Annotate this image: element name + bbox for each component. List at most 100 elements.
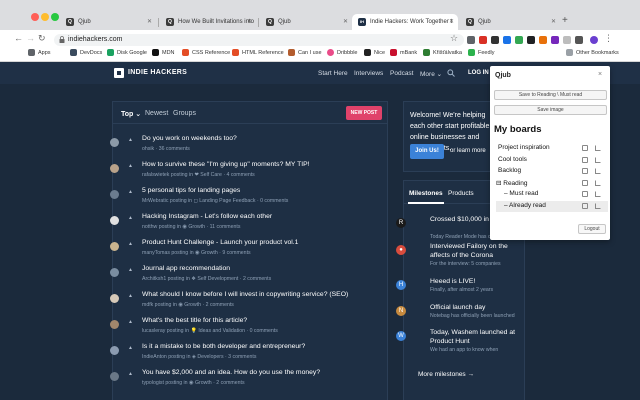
save-image-button[interactable]: Save image: [494, 105, 607, 115]
milestone-product-icon[interactable]: ●: [396, 245, 406, 255]
login-link[interactable]: LOG IN: [468, 70, 489, 76]
nav-interviews[interactable]: Interviews: [354, 70, 383, 77]
join-us-button[interactable]: Join Us!: [410, 144, 444, 159]
browser-tab[interactable]: Q How We Built Invitations into ✕: [160, 14, 256, 30]
post-title[interactable]: 5 personal tips for landing pages: [142, 187, 240, 194]
board-item[interactable]: Cool tools: [496, 155, 608, 166]
more-milestones-link[interactable]: More milestones →: [418, 371, 474, 378]
avatar[interactable]: [110, 242, 119, 251]
board-item[interactable]: ⊟ Reading: [496, 178, 608, 189]
extension-icon[interactable]: [575, 36, 583, 44]
post-title[interactable]: How to survive these "I'm giving up" mom…: [142, 161, 310, 168]
open-board-icon[interactable]: [595, 203, 601, 209]
back-button[interactable]: ←: [14, 31, 23, 45]
bookmark-item[interactable]: DevDocs: [70, 49, 102, 56]
window-minimize-button[interactable]: [41, 13, 49, 21]
save-to-board-icon[interactable]: [582, 203, 588, 209]
extension-icon[interactable]: [515, 36, 523, 44]
post-title[interactable]: You have $2,000 and an idea. How do you …: [142, 369, 320, 376]
board-item[interactable]: Backlog: [496, 166, 608, 177]
upvote-icon[interactable]: ▲: [128, 319, 133, 325]
feed-tab-groups[interactable]: Groups: [173, 110, 196, 117]
tab-close-icon[interactable]: ✕: [147, 18, 152, 25]
bookmark-item[interactable]: Feedly: [468, 49, 495, 56]
browser-menu-icon[interactable]: ⋮: [604, 31, 613, 45]
board-item[interactable]: Project inspiration: [496, 143, 608, 154]
milestone-product-icon[interactable]: N: [396, 306, 406, 316]
post-title[interactable]: What's the best title for this article?: [142, 317, 247, 324]
post-row[interactable]: ▲ What's the best title for this article?…: [110, 317, 380, 343]
post-title[interactable]: What should I know before I will invest …: [142, 291, 348, 298]
extension-icon[interactable]: [467, 36, 475, 44]
feed-tab-newest[interactable]: Newest: [145, 110, 168, 117]
save-to-board-icon[interactable]: [582, 145, 588, 151]
avatar[interactable]: [110, 216, 119, 225]
profile-avatar[interactable]: [590, 36, 598, 44]
milestone-product-icon[interactable]: R: [396, 218, 406, 228]
learn-more-link[interactable]: or learn more: [450, 148, 486, 154]
tab-milestones[interactable]: Milestones: [409, 190, 443, 197]
address-bar[interactable]: indiehackers.com: [54, 34, 464, 46]
extension-icon[interactable]: [539, 36, 547, 44]
save-to-board-icon[interactable]: [582, 168, 588, 175]
browser-tab[interactable]: Q Qjub ✕: [260, 14, 352, 30]
extension-icon[interactable]: [503, 36, 511, 44]
post-row[interactable]: ▲ Journal app recommendation Architksh1 po…: [110, 265, 380, 291]
upvote-icon[interactable]: ▲: [128, 371, 133, 377]
board-item[interactable]: – Already read: [496, 201, 608, 212]
window-zoom-button[interactable]: [51, 13, 59, 21]
popup-close-icon[interactable]: ×: [598, 71, 602, 78]
upvote-icon[interactable]: ▲: [128, 215, 133, 221]
bookmark-item[interactable]: Dribbble: [327, 49, 357, 56]
window-close-button[interactable]: [31, 13, 39, 21]
avatar[interactable]: [110, 346, 119, 355]
open-board-icon[interactable]: [595, 145, 601, 151]
post-row[interactable]: ▲ How to survive these "I'm giving up" mo…: [110, 161, 380, 187]
forward-button[interactable]: →: [26, 31, 35, 45]
bookmark-star-icon[interactable]: ☆: [450, 31, 458, 45]
bookmark-item[interactable]: Can I use: [288, 49, 322, 56]
upvote-icon[interactable]: ▲: [128, 163, 133, 169]
post-title[interactable]: Journal app recommendation: [142, 265, 230, 272]
indie-hackers-logo-icon[interactable]: [114, 68, 124, 78]
milestone-title[interactable]: Today, Washem launched at Product Hunt: [430, 328, 522, 346]
avatar[interactable]: [110, 164, 119, 173]
upvote-icon[interactable]: ▲: [128, 137, 133, 143]
bookmark-item[interactable]: Nice: [364, 49, 385, 56]
avatar[interactable]: [110, 138, 119, 147]
open-board-icon[interactable]: [595, 179, 601, 186]
extension-icon[interactable]: [479, 36, 487, 44]
post-row[interactable]: ▲ Product Hunt Challenge - Launch your pr…: [110, 239, 380, 265]
post-title[interactable]: Hacking Instagram - Let's follow each ot…: [142, 213, 272, 220]
upvote-icon[interactable]: ▲: [128, 293, 133, 299]
avatar[interactable]: [110, 268, 119, 277]
post-title[interactable]: Is it a mistake to be both developer and…: [142, 343, 305, 350]
search-icon[interactable]: [447, 69, 455, 77]
new-tab-button[interactable]: +: [562, 15, 568, 26]
feed-tab-top[interactable]: Top ⌄: [121, 110, 141, 118]
nav-more[interactable]: More ⌄: [420, 70, 442, 78]
save-to-reading-button[interactable]: Save to Reading \ Must read: [494, 90, 607, 100]
logout-button[interactable]: Logout: [578, 224, 606, 234]
avatar[interactable]: [110, 294, 119, 303]
browser-tab[interactable]: Q Qjub ✕: [60, 14, 156, 30]
tab-close-icon[interactable]: ✕: [449, 18, 454, 25]
upvote-icon[interactable]: ▲: [128, 267, 133, 273]
bookmark-item[interactable]: CSS Reference: [182, 49, 230, 56]
upvote-icon[interactable]: ▲: [128, 189, 133, 195]
avatar[interactable]: [110, 320, 119, 329]
post-row[interactable]: ▲ What should I know before I will invest…: [110, 291, 380, 317]
post-row[interactable]: ▲ You have $2,000 and an idea. How do you…: [110, 369, 380, 395]
upvote-icon[interactable]: ▲: [128, 241, 133, 247]
save-to-board-icon[interactable]: [582, 191, 588, 198]
qjub-extension-icon[interactable]: [527, 36, 535, 44]
bookmark-item[interactable]: Křišťálvatka: [423, 49, 462, 56]
post-title[interactable]: Product Hunt Challenge - Launch your pro…: [142, 239, 298, 246]
tab-close-icon[interactable]: ✕: [343, 18, 348, 25]
save-to-board-icon[interactable]: [582, 179, 588, 186]
tab-products[interactable]: Products: [448, 190, 474, 197]
browser-tab-active[interactable]: IH Indie Hackers: Work Together t ✕: [352, 14, 458, 30]
post-row[interactable]: ▲ Hacking Instagram - Let's follow each o…: [110, 213, 380, 239]
reload-button[interactable]: ↻: [38, 31, 46, 45]
browser-tab[interactable]: Q Qjub ✕: [460, 14, 560, 30]
